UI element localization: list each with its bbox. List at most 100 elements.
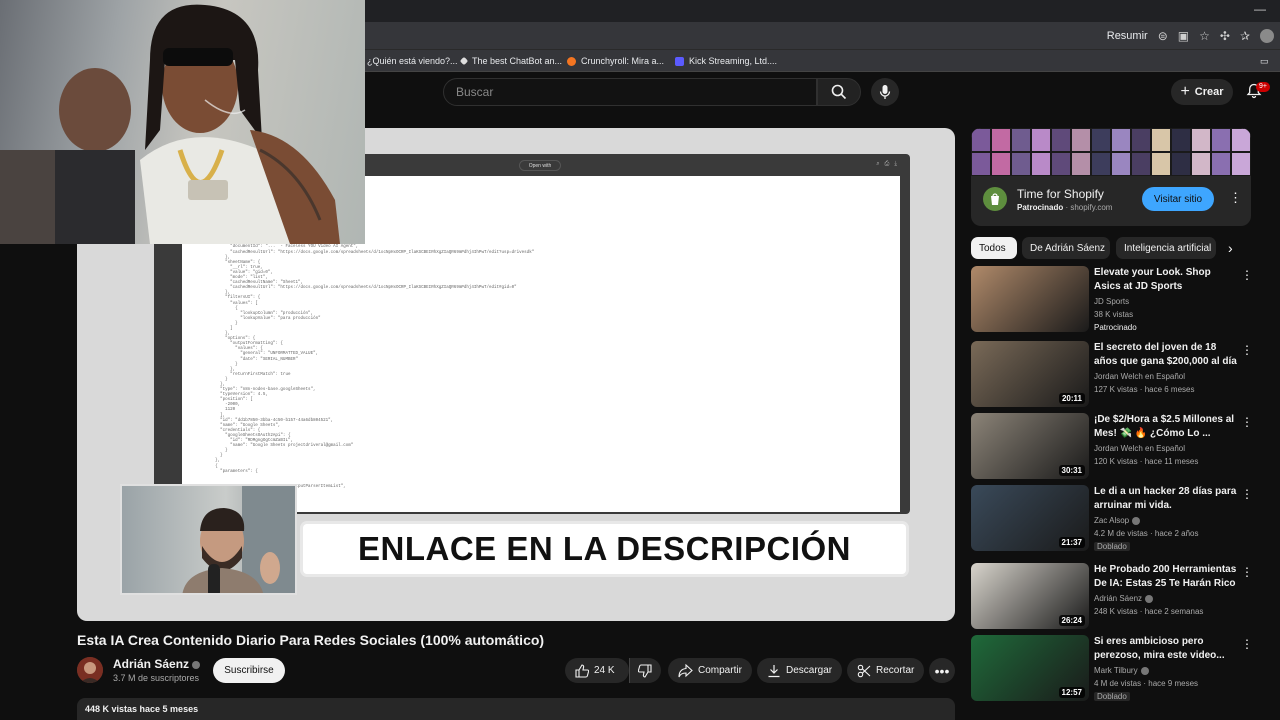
recommended-channel[interactable]: Jordan Welch en Español xyxy=(1094,372,1185,381)
ad-image-tile xyxy=(1071,152,1091,176)
bookmark-item[interactable]: Crunchyroll: Mira a... xyxy=(567,50,664,72)
ad-image-tile xyxy=(1051,128,1071,152)
ad-image-tile xyxy=(1051,152,1071,176)
extensions-puzzle-icon[interactable]: ✣ xyxy=(1220,29,1230,43)
search-button[interactable] xyxy=(817,78,861,106)
bookmark-item[interactable]: Kick Streaming, Ltd.... xyxy=(675,50,777,72)
ad-image-tile xyxy=(1131,128,1151,152)
duration-badge: 26:24 xyxy=(1058,615,1085,626)
video-thumbnail[interactable]: 20:11 xyxy=(971,341,1089,407)
download-button[interactable]: Descargar xyxy=(757,658,843,683)
recommended-meta: 4 M de vistas · hace 9 meses xyxy=(1094,679,1199,688)
more-vertical-icon[interactable]: ⋮ xyxy=(1241,415,1253,429)
search-input[interactable]: Buscar xyxy=(443,78,817,106)
video-thumbnail[interactable]: 21:37 xyxy=(971,485,1089,551)
favorites-icon[interactable]: ✰ xyxy=(1240,29,1250,43)
duration-badge: 12:57 xyxy=(1058,687,1085,698)
video-thumbnail[interactable] xyxy=(971,266,1089,332)
webcam-overlay xyxy=(120,484,297,595)
ad-image-tile xyxy=(1191,152,1211,176)
like-button[interactable]: 24 K xyxy=(565,658,629,683)
recommended-video[interactable]: 12:57 Si eres ambicioso pero perezoso, mi… xyxy=(971,635,1261,701)
video-thumbnail[interactable]: 30:31 xyxy=(971,413,1089,479)
channel-name[interactable]: Adrián Sáenz xyxy=(113,657,201,671)
ad-banner-image xyxy=(971,128,1251,176)
scissors-icon xyxy=(857,664,871,677)
ad-image-tile xyxy=(1011,152,1031,176)
recommended-title[interactable]: He Probado 200 Herramientas De IA: Estas… xyxy=(1094,563,1239,591)
recommended-channel[interactable]: Jordan Welch en Español xyxy=(1094,444,1185,453)
ad-image-tile xyxy=(1031,128,1051,152)
ad-image-tile xyxy=(1111,128,1131,152)
chip-todos[interactable]: Todos xyxy=(971,237,1017,259)
presenter-illustration xyxy=(182,486,295,593)
recommended-video[interactable]: 26:24 He Probado 200 Herramientas De IA: … xyxy=(971,563,1261,629)
sponsored-ad-card[interactable]: Time for Shopify Patrocinado · shopify.c… xyxy=(971,128,1251,226)
duration-badge: 21:37 xyxy=(1058,537,1085,548)
video-thumbnail[interactable]: 12:57 xyxy=(971,635,1089,701)
recommended-title[interactable]: Si eres ambicioso pero perezoso, mira es… xyxy=(1094,635,1239,663)
more-vertical-icon[interactable]: ⋮ xyxy=(1241,343,1253,357)
ad-image-tile xyxy=(1151,128,1171,152)
more-actions-button[interactable]: ••• xyxy=(929,658,955,683)
recommended-video[interactable]: Elevate your Look. Shop Asics at JD Spor… xyxy=(971,266,1261,332)
recommended-title[interactable]: El secreto del joven de 18 años que gana… xyxy=(1094,341,1239,369)
share-button[interactable]: Compartir xyxy=(668,658,752,683)
create-button[interactable]: + Crear xyxy=(1171,79,1233,105)
bookmark-favicon xyxy=(675,56,684,66)
chevron-right-icon[interactable]: › xyxy=(1228,240,1233,256)
recommended-video[interactable]: 21:37 Le di a un hacker 28 días para arru… xyxy=(971,485,1261,551)
bookmark-item[interactable]: ¿Quién está viendo?... xyxy=(367,50,458,72)
recommended-video[interactable]: 30:31 ¡De $2/Hora a $2.5 Millones al Mes!… xyxy=(971,413,1261,479)
recommended-title[interactable]: ¡De $2/Hora a $2.5 Millones al Mes! 💸 🔥 … xyxy=(1094,413,1239,441)
clip-button[interactable]: Recortar xyxy=(847,658,925,683)
download-icon xyxy=(768,664,780,677)
more-vertical-icon[interactable]: ⋮ xyxy=(1241,637,1253,651)
voice-search-button[interactable] xyxy=(871,78,899,106)
ad-image-tile xyxy=(1091,128,1111,152)
ad-image-tile xyxy=(1091,152,1111,176)
resumir-button[interactable]: Resumir xyxy=(1107,30,1148,42)
visit-site-button[interactable]: Visitar sitio xyxy=(1142,187,1214,211)
video-title: Esta IA Crea Contenido Diario Para Redes… xyxy=(77,632,545,648)
channel-avatar[interactable] xyxy=(77,657,103,683)
ad-image-tile xyxy=(1151,152,1171,176)
recommended-meta: 120 K vistas · hace 11 meses xyxy=(1094,457,1199,466)
ad-menu-icon[interactable]: ⋮ xyxy=(1229,190,1242,206)
folder-icon[interactable]: ▭ xyxy=(1260,50,1269,72)
ad-image-tile xyxy=(1011,128,1031,152)
video-thumbnail[interactable]: 26:24 xyxy=(971,563,1089,629)
recommended-title[interactable]: Elevate your Look. Shop Asics at JD Spor… xyxy=(1094,266,1239,294)
ad-image-tile xyxy=(1171,128,1191,152)
extension-icon[interactable]: ▣ xyxy=(1178,29,1189,43)
dubbed-badge: Doblado xyxy=(1094,542,1130,551)
recommended-channel[interactable]: Mark Tilbury xyxy=(1094,666,1149,675)
ad-subtitle: Patrocinado · shopify.com xyxy=(1017,203,1113,212)
recommended-channel[interactable]: Adrián Sáenz xyxy=(1094,594,1154,603)
dislike-button[interactable] xyxy=(629,658,661,683)
open-with-button: Open with xyxy=(519,160,561,171)
more-vertical-icon[interactable]: ⋮ xyxy=(1241,565,1253,579)
recommended-channel[interactable]: JD Sports xyxy=(1094,297,1129,306)
subscribe-button[interactable]: Suscribirse xyxy=(213,658,285,683)
profile-avatar[interactable] xyxy=(1260,29,1274,43)
plus-icon: + xyxy=(1180,83,1190,100)
recommended-video[interactable]: 20:11 El secreto del joven de 18 años que… xyxy=(971,341,1261,407)
bookmark-item[interactable]: The best ChatBot an... xyxy=(459,50,562,72)
chip-channel[interactable]: De Adrián Sáenz xyxy=(1022,237,1110,259)
subscriber-count: 3.7 M de suscriptores xyxy=(113,673,200,683)
star-icon[interactable]: ☆ xyxy=(1199,29,1210,43)
person-photo-illustration xyxy=(0,4,340,244)
more-vertical-icon[interactable]: ⋮ xyxy=(1241,268,1253,282)
description-box[interactable]: 448 K vistas hace 5 meses xyxy=(77,698,955,720)
shopify-logo-icon xyxy=(983,187,1007,211)
minimize-icon[interactable]: — xyxy=(1254,2,1266,16)
more-vertical-icon[interactable]: ⋮ xyxy=(1241,487,1253,501)
recommended-title[interactable]: Le di a un hacker 28 días para arruinar … xyxy=(1094,485,1239,513)
summary-icon[interactable]: ⊜ xyxy=(1158,29,1168,43)
ad-image-tile xyxy=(971,128,991,152)
viewer-toolbar-icons: ⌕⎙⤓ xyxy=(876,161,902,167)
chip-ai[interactable]: Inteligencia artificial xyxy=(1116,237,1216,259)
recommended-channel[interactable]: Zac Alsop xyxy=(1094,516,1141,525)
verified-icon xyxy=(192,660,201,669)
